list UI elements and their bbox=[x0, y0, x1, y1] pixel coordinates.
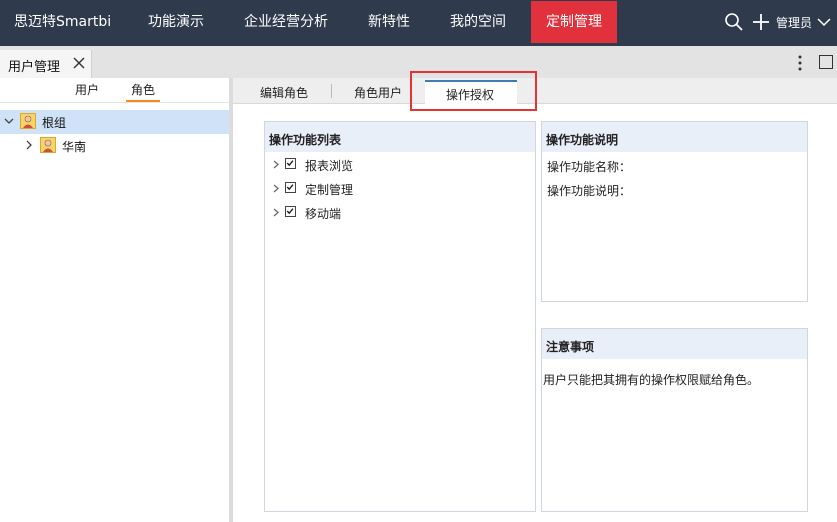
maximize-icon[interactable] bbox=[819, 55, 833, 69]
panel-title: 操作功能列表 bbox=[265, 122, 535, 152]
panel-title: 操作功能说明 bbox=[542, 122, 807, 152]
function-item[interactable]: 报表浏览 bbox=[265, 154, 535, 174]
checkbox[interactable] bbox=[285, 206, 296, 217]
function-desc-label: 操作功能说明： bbox=[547, 184, 632, 198]
checkbox[interactable] bbox=[285, 158, 296, 169]
tree-node-root[interactable]: 根组 bbox=[0, 110, 229, 134]
function-description-panel: 操作功能说明 操作功能名称： 操作功能说明： bbox=[541, 121, 808, 302]
search-icon[interactable] bbox=[724, 12, 744, 32]
tab-edit-role[interactable]: 编辑角色 bbox=[260, 84, 308, 101]
checkmark-icon bbox=[286, 208, 294, 215]
nav-item-new-features[interactable]: 新特性 bbox=[368, 0, 410, 46]
tab-role-users[interactable]: 角色用户 bbox=[354, 84, 402, 101]
tab-separator bbox=[331, 84, 332, 98]
notes-text: 用户只能把其拥有的操作权限赋给角色。 bbox=[543, 373, 760, 387]
checkmark-icon bbox=[286, 160, 294, 167]
chevron-down-icon[interactable] bbox=[816, 14, 832, 30]
notes-panel: 注意事项 用户只能把其拥有的操作权限赋给角色。 bbox=[541, 328, 808, 512]
checkbox[interactable] bbox=[285, 182, 296, 193]
active-tab-indicator bbox=[126, 100, 160, 102]
brand-logo[interactable]: 思迈特Smartbi bbox=[14, 0, 111, 46]
panel-splitter[interactable] bbox=[229, 78, 233, 522]
nav-item-business-analysis[interactable]: 企业经营分析 bbox=[244, 0, 328, 46]
highlight-box bbox=[410, 71, 537, 111]
admin-user-menu[interactable]: 管理员 bbox=[776, 14, 812, 31]
left-tab-users[interactable]: 用户 bbox=[75, 81, 99, 98]
chevron-right-icon[interactable] bbox=[24, 140, 34, 150]
tab-label: 用户管理 bbox=[8, 60, 61, 75]
user-group-icon bbox=[20, 113, 36, 129]
left-tab-roles[interactable]: 角色 bbox=[131, 81, 155, 98]
function-name-label: 操作功能名称： bbox=[547, 160, 632, 174]
more-menu-icon[interactable] bbox=[796, 55, 804, 71]
function-item[interactable]: 定制管理 bbox=[265, 178, 535, 198]
checkmark-icon bbox=[286, 184, 294, 191]
function-label: 移动端 bbox=[305, 207, 342, 221]
function-item[interactable]: 移动端 bbox=[265, 202, 535, 222]
close-icon[interactable] bbox=[72, 56, 86, 70]
chevron-right-icon[interactable] bbox=[272, 160, 280, 169]
tab-user-management[interactable]: 用户管理 bbox=[0, 50, 92, 78]
nav-item-demo[interactable]: 功能演示 bbox=[148, 0, 204, 46]
chevron-right-icon[interactable] bbox=[272, 208, 280, 217]
nav-item-my-space[interactable]: 我的空间 bbox=[450, 0, 506, 46]
function-label: 报表浏览 bbox=[305, 159, 354, 173]
function-list-panel: 操作功能列表 报表浏览 定制管理 移动端 bbox=[264, 121, 536, 512]
function-label: 定制管理 bbox=[305, 183, 354, 197]
top-nav-bar: 思迈特Smartbi 功能演示 企业经营分析 新特性 我的空间 定制管理 管理员 bbox=[0, 0, 837, 46]
user-group-icon bbox=[40, 137, 56, 153]
tree-node-label: 华南 bbox=[62, 140, 87, 154]
chevron-right-icon[interactable] bbox=[272, 184, 280, 193]
add-icon[interactable] bbox=[751, 12, 771, 32]
chevron-down-icon[interactable] bbox=[4, 116, 14, 126]
panel-title: 注意事项 bbox=[542, 329, 807, 359]
tree-node-south-china[interactable]: 华南 bbox=[0, 134, 229, 158]
tree-node-label: 根组 bbox=[42, 116, 67, 130]
tab-divider bbox=[0, 102, 229, 103]
left-panel: 用户 角色 根组 华南 bbox=[0, 78, 229, 522]
nav-item-custom-management[interactable]: 定制管理 bbox=[531, 1, 617, 43]
